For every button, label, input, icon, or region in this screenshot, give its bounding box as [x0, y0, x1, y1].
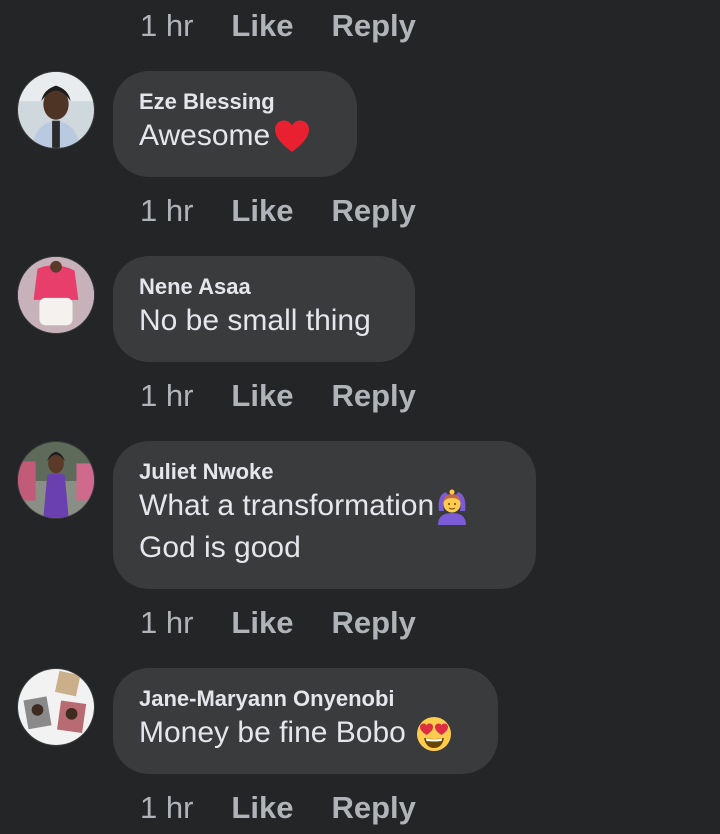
like-button[interactable]: Like [231, 605, 293, 641]
comment-time: 1 hr [140, 8, 194, 43]
avatar[interactable] [17, 441, 95, 519]
comment-actions-1: 1 hr Like Reply [140, 191, 416, 231]
comment-actions-4: 1 hr Like Reply [140, 788, 416, 828]
reply-button[interactable]: Reply [331, 193, 415, 229]
like-button[interactable]: Like [231, 378, 293, 414]
comment-text: What a transformation God is good [139, 485, 510, 569]
comment-time: 1 hr [140, 790, 194, 825]
comment-actions-0: 1 hr Like Reply [140, 6, 416, 46]
person-gesturing-ok-icon [434, 489, 470, 526]
comment-time: 1 hr [140, 193, 194, 228]
comment-text: Awesome [139, 115, 331, 157]
reply-button[interactable]: Reply [331, 378, 415, 414]
like-button[interactable]: Like [231, 8, 293, 44]
comment-bubble: Jane-Maryann Onyenobi Money be fine Bobo [113, 668, 498, 774]
comment-text-line: No be small thing [139, 304, 371, 337]
comment-time: 1 hr [140, 378, 194, 413]
reply-button[interactable]: Reply [331, 605, 415, 641]
comment-text: No be small thing [139, 300, 389, 342]
comment-text-line: Money be fine Bobo [139, 716, 406, 749]
like-button[interactable]: Like [231, 193, 293, 229]
heart-eyes-face-icon [416, 716, 452, 752]
comment-text-line: What a transformation [139, 489, 435, 522]
avatar[interactable] [17, 71, 95, 149]
like-button[interactable]: Like [231, 790, 293, 826]
avatar-photo-icon [18, 257, 94, 333]
comment-author[interactable]: Juliet Nwoke [139, 459, 510, 485]
avatar-photo-icon [18, 669, 94, 745]
comment-bubble: Juliet Nwoke What a transformation God i… [113, 441, 536, 589]
avatar-photo-icon [18, 72, 94, 148]
reply-button[interactable]: Reply [331, 790, 415, 826]
red-heart-icon [274, 119, 310, 155]
comment-author[interactable]: Eze Blessing [139, 89, 331, 115]
comment-actions-3: 1 hr Like Reply [140, 603, 416, 643]
comment-actions-2: 1 hr Like Reply [140, 376, 416, 416]
reply-button[interactable]: Reply [331, 8, 415, 44]
comment-bubble: Nene Asaa No be small thing [113, 256, 415, 362]
comment-author[interactable]: Jane-Maryann Onyenobi [139, 686, 472, 712]
comment-text: Money be fine Bobo [139, 712, 472, 754]
comment-time: 1 hr [140, 605, 194, 640]
avatar[interactable] [17, 668, 95, 746]
avatar[interactable] [17, 256, 95, 334]
comment-text-line: Awesome [139, 119, 271, 152]
avatar-photo-icon [18, 442, 94, 518]
comment-text-line: God is good [139, 531, 301, 564]
comment-bubble: Eze Blessing Awesome [113, 71, 357, 177]
comment-author[interactable]: Nene Asaa [139, 274, 389, 300]
